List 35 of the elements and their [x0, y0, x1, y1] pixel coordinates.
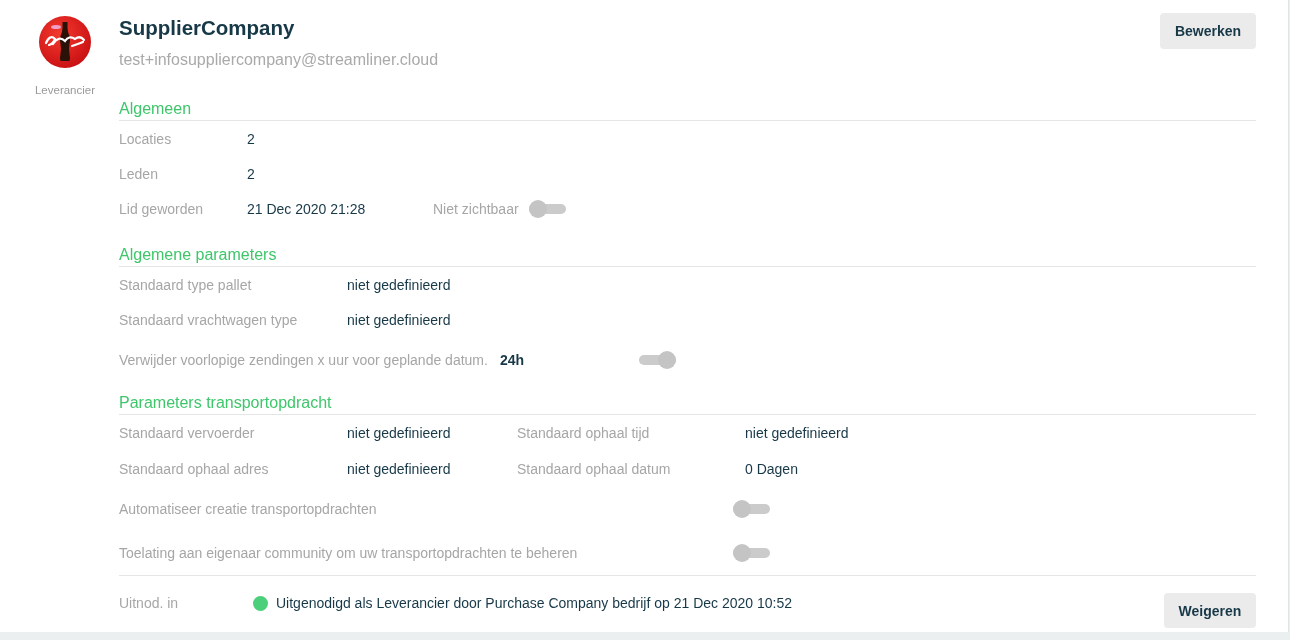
field-value: niet gedefinieerd [745, 425, 849, 441]
setting-label: Automatiseer creatie transportopdrachten [119, 501, 377, 517]
field-value: niet gedefinieerd [347, 311, 451, 328]
decline-button[interactable]: Weigeren [1164, 593, 1256, 628]
field-label: Standaard vervoerder [119, 425, 255, 441]
field-label: Standaard ophaal datum [517, 461, 671, 477]
section-heading: Algemeen [119, 99, 192, 119]
section-heading: Parameters transportopdracht [119, 393, 332, 413]
field-value: niet gedefinieerd [347, 425, 451, 441]
setting-value: 24h [500, 352, 525, 368]
field-value: 2 [247, 130, 255, 147]
bottle-logo-icon [39, 16, 91, 68]
invitation-text: Uitgenodigd als Leverancier door Purchase Company bedrijf op 21 Dec 2020 10:52 [276, 594, 792, 613]
field-label: Lid geworden [119, 200, 204, 217]
field-value: 2 [247, 165, 255, 182]
field-label: Leden [119, 165, 158, 182]
field-value: 0 Dagen [745, 461, 798, 477]
field-label: Locaties [119, 130, 172, 147]
field-label: Standaard type pallet [119, 276, 252, 293]
status-dot-icon [253, 595, 268, 611]
edit-button[interactable]: Bewerken [1160, 13, 1256, 49]
toggle-label: Niet zichtbaar [433, 200, 519, 217]
field-value: 21 Dec 2020 21:28 [247, 200, 366, 217]
role-label: Leverancier [34, 83, 96, 97]
field-value: niet gedefinieerd [347, 276, 451, 293]
setting-label: Verwijder voorlopige zendingen x uur voor geplande datum. [119, 352, 488, 368]
email-address: test+infosuppliercompany@streamliner.cloud [119, 50, 439, 70]
invitation-label: Uitnod. in [119, 594, 179, 613]
field-label: Standaard ophaal tijd [517, 425, 650, 441]
field-label: Standaard vrachtwagen type [119, 311, 298, 328]
field-value: niet gedefinieerd [347, 461, 451, 477]
section-heading: Algemene parameters [119, 245, 277, 265]
field-label: Standaard ophaal adres [119, 461, 269, 477]
setting-label: Toelating aan eigenaar community om uw transportopdrachten te beheren [119, 545, 578, 561]
company-name: SupplierCompany [119, 15, 295, 41]
